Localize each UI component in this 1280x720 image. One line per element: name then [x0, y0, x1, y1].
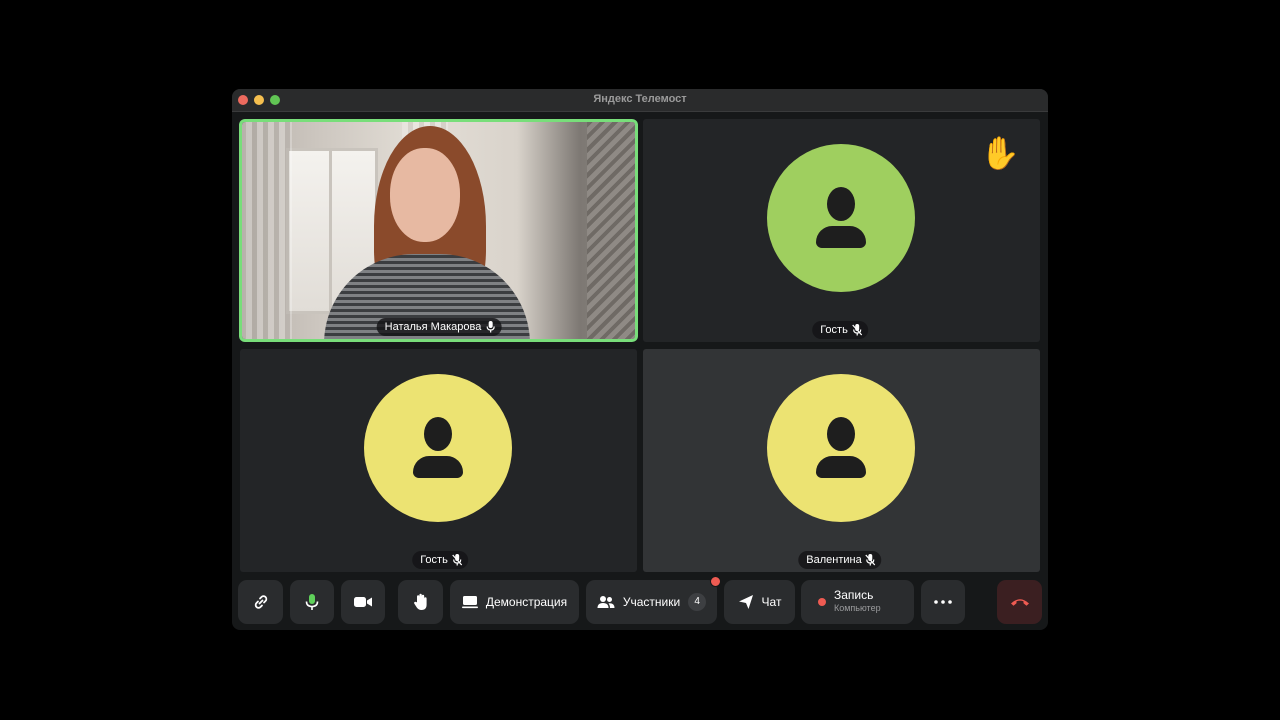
screen-share-button[interactable]: Демонстрация: [450, 580, 579, 624]
participants-label: Участники: [622, 595, 681, 609]
avatar-shoulders: [816, 226, 866, 248]
participant-name: Наталья Макарова: [384, 321, 482, 333]
record-button[interactable]: Запись Компьютер: [801, 580, 914, 624]
screen-share-icon: [461, 595, 478, 609]
more-options-button[interactable]: [921, 580, 965, 624]
chat-label: Чат: [761, 595, 782, 609]
avatar-head: [424, 417, 452, 451]
window-title: Яндекс Телемост: [593, 93, 687, 105]
hang-up-phone-icon: [1010, 597, 1030, 607]
person-face: [390, 148, 460, 242]
participant-tile-4[interactable]: Валентина: [643, 349, 1040, 572]
send-icon: [738, 594, 754, 610]
record-dot-icon: [818, 598, 826, 606]
camera-toggle-button[interactable]: [341, 580, 385, 624]
title-bar: Яндекс Телемост: [232, 89, 1048, 112]
participant-tile-3[interactable]: Гость: [240, 349, 637, 572]
mic-icon: [304, 593, 320, 611]
record-sublabel: Компьютер: [834, 603, 881, 613]
video-camera-icon: [353, 595, 373, 609]
raise-hand-button[interactable]: [398, 580, 443, 624]
mic-muted-icon: [865, 554, 876, 566]
participant-name: Гость: [820, 324, 848, 336]
screen-share-label: Демонстрация: [485, 595, 568, 609]
participant-avatar: [364, 374, 512, 522]
participant-name-tag: Валентина: [798, 551, 882, 569]
chat-button[interactable]: Чат: [724, 580, 795, 624]
participant-name-tag: Гость: [412, 551, 468, 569]
app-window: Яндекс Телемост Наталья Макарова ✋ Гость: [232, 89, 1048, 630]
raised-hand-icon: ✋: [980, 135, 1020, 171]
record-label: Запись: [834, 588, 874, 602]
participant-tile-1[interactable]: Наталья Макарова: [242, 122, 635, 339]
people-icon: [597, 595, 615, 609]
participant-video: [242, 122, 635, 339]
participant-name: Гость: [420, 554, 448, 566]
link-icon: [252, 593, 270, 611]
end-call-button[interactable]: [997, 580, 1042, 624]
mic-muted-icon: [451, 554, 462, 566]
wall-texture: [587, 122, 635, 339]
participant-avatar: [767, 144, 915, 292]
avatar-shoulders: [413, 456, 463, 478]
curtain-left: [246, 122, 292, 339]
copy-link-button[interactable]: [238, 580, 283, 624]
participants-count-badge: 4: [688, 593, 707, 611]
mic-icon: [485, 321, 495, 333]
avatar-shoulders: [816, 456, 866, 478]
avatar-head: [827, 187, 855, 221]
participant-name-tag: Наталья Макарова: [376, 318, 502, 336]
mic-muted-icon: [851, 324, 862, 336]
more-dots-icon: [934, 600, 952, 604]
hand-icon: [413, 593, 429, 611]
participant-name-tag: Гость: [812, 321, 868, 339]
participants-button[interactable]: Участники 4: [586, 576, 721, 624]
participant-tile-2[interactable]: ✋ Гость: [643, 119, 1040, 342]
participant-avatar: [767, 374, 915, 522]
participant-name: Валентина: [806, 554, 862, 566]
microphone-toggle-button[interactable]: [290, 580, 334, 624]
avatar-head: [827, 417, 855, 451]
notification-dot: [710, 576, 721, 587]
record-text: Запись Компьютер: [834, 589, 881, 615]
